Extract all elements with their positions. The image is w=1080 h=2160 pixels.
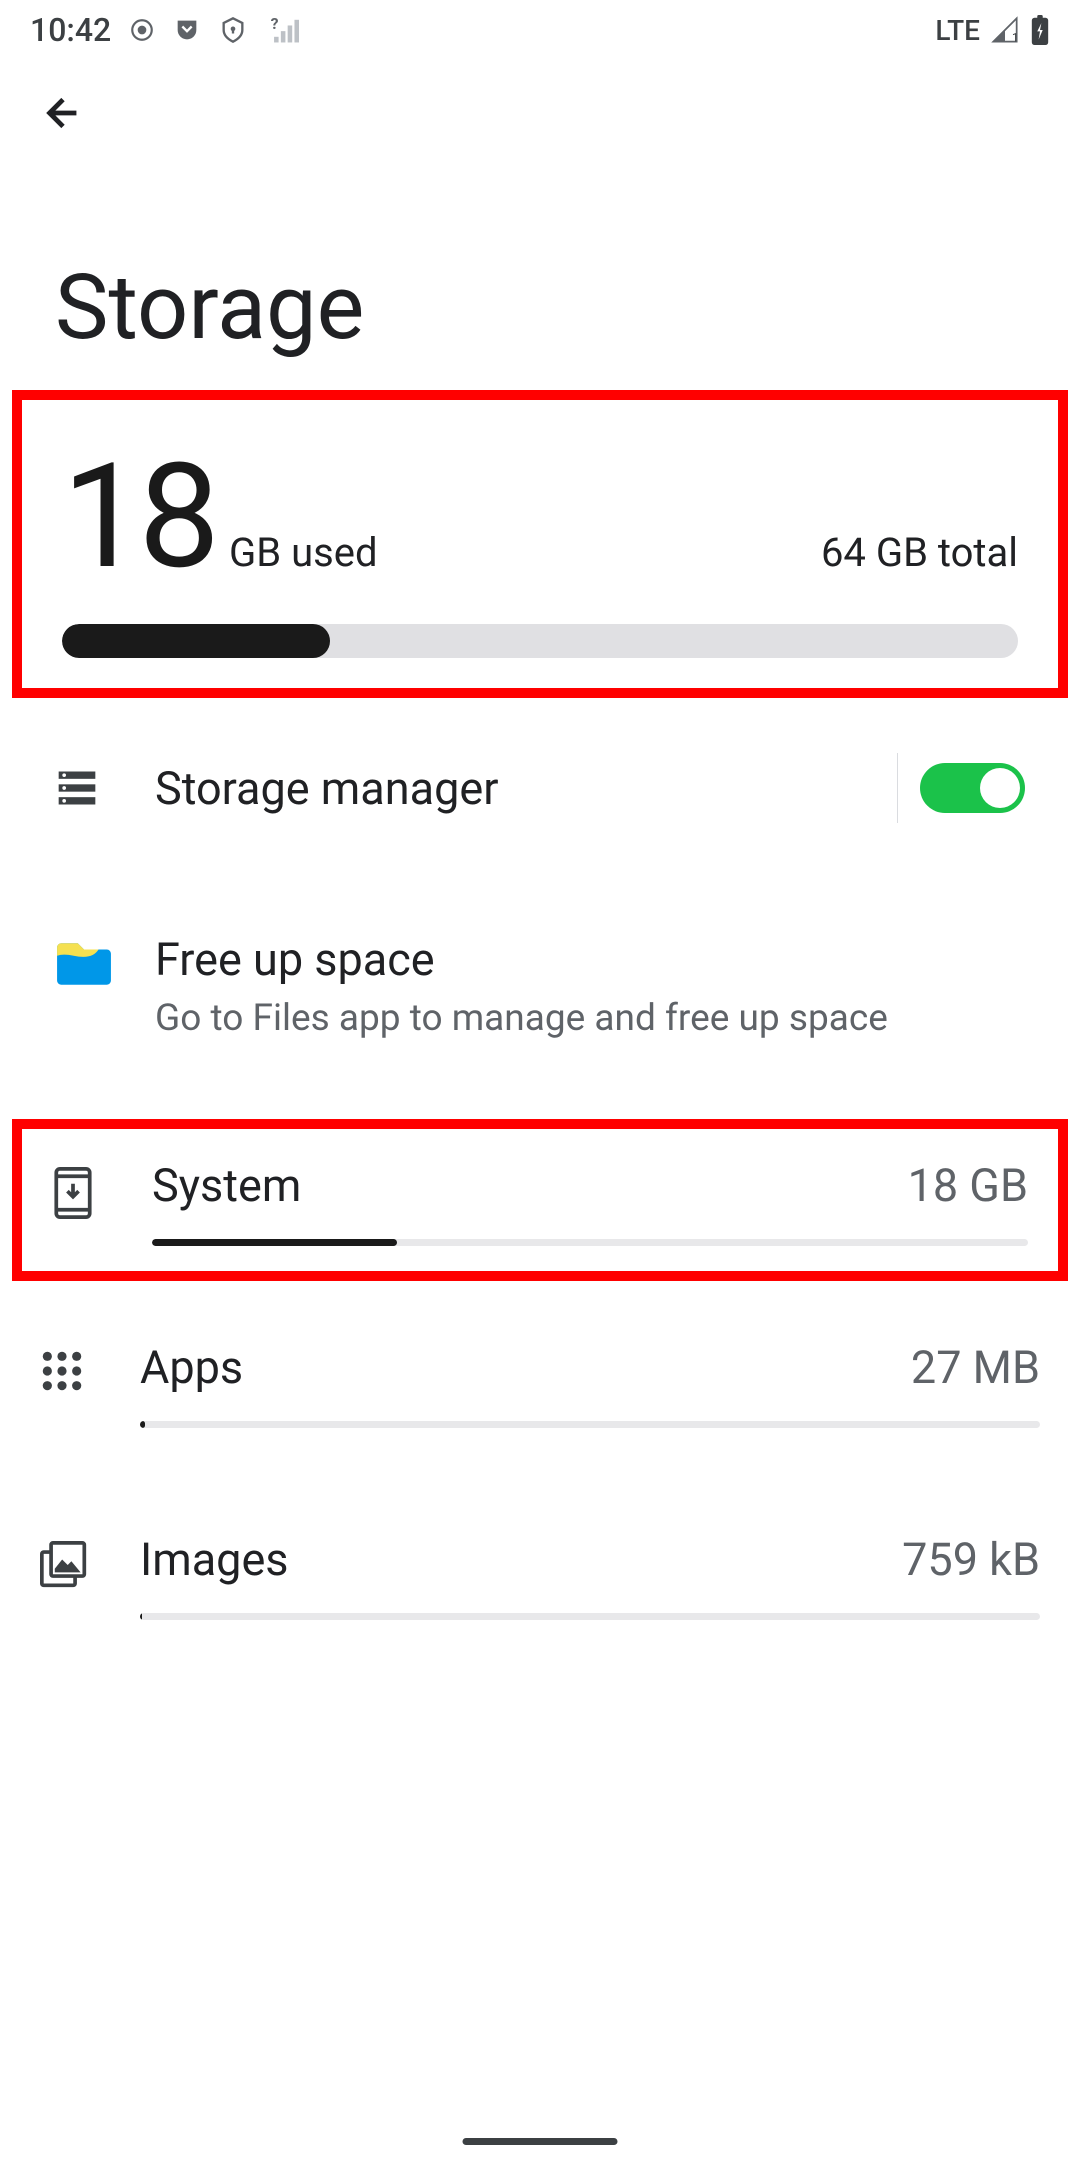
category-value: 18 GB — [908, 1159, 1028, 1212]
record-icon — [129, 17, 155, 43]
battery-charging-icon — [1030, 15, 1050, 45]
usage-used-label: GB used — [229, 529, 378, 576]
storage-manager-row[interactable]: Storage manager — [0, 718, 1080, 858]
status-time: 10:42 — [30, 11, 111, 49]
folder-icon — [55, 941, 113, 987]
usage-number: 18 — [62, 445, 215, 590]
svg-text:?: ? — [271, 16, 279, 33]
category-name: System — [152, 1159, 301, 1212]
phone-download-icon — [52, 1167, 94, 1219]
usage-total-label: 64 GB total — [821, 529, 1018, 576]
usage-progress-bar — [62, 624, 1018, 658]
free-up-space-row[interactable]: Free up space Go to Files app to manage … — [0, 888, 1080, 1089]
category-system[interactable]: System 18 GB — [22, 1129, 1058, 1271]
storage-usage-card: 18 GB used 64 GB total — [22, 400, 1058, 688]
category-value: 759 kB — [902, 1533, 1040, 1586]
category-images[interactable]: Images 759 kB — [0, 1503, 1080, 1645]
category-progress — [140, 1421, 1040, 1428]
category-progress — [152, 1239, 1028, 1246]
page-title: Storage — [0, 200, 1080, 390]
back-button[interactable] — [0, 60, 1080, 170]
images-icon — [40, 1541, 88, 1589]
signal-icon: 1 — [990, 16, 1020, 44]
category-value: 27 MB — [911, 1341, 1040, 1394]
apps-grid-icon — [40, 1349, 84, 1393]
pocket-icon — [173, 16, 201, 44]
storage-manager-label: Storage manager — [155, 762, 897, 815]
category-name: Images — [140, 1533, 289, 1586]
arrow-left-icon — [40, 90, 86, 136]
storage-manager-toggle[interactable] — [920, 763, 1025, 813]
signal-question-icon: ? — [265, 16, 299, 44]
network-type: LTE — [935, 14, 980, 47]
highlight-usage: 18 GB used 64 GB total — [12, 390, 1068, 698]
status-bar: 10:42 ? — [0, 0, 1080, 60]
category-name: Apps — [140, 1341, 243, 1394]
category-progress — [140, 1613, 1040, 1620]
divider — [897, 753, 898, 823]
free-up-subtitle: Go to Files app to manage and free up sp… — [155, 994, 1025, 1044]
free-up-title: Free up space — [155, 933, 1025, 986]
highlight-system: System 18 GB — [12, 1119, 1068, 1281]
category-apps[interactable]: Apps 27 MB — [0, 1311, 1080, 1453]
svg-text:1: 1 — [1012, 31, 1019, 44]
storage-icon — [55, 766, 99, 810]
shield-icon — [219, 16, 247, 44]
nav-indicator[interactable] — [463, 2138, 618, 2145]
